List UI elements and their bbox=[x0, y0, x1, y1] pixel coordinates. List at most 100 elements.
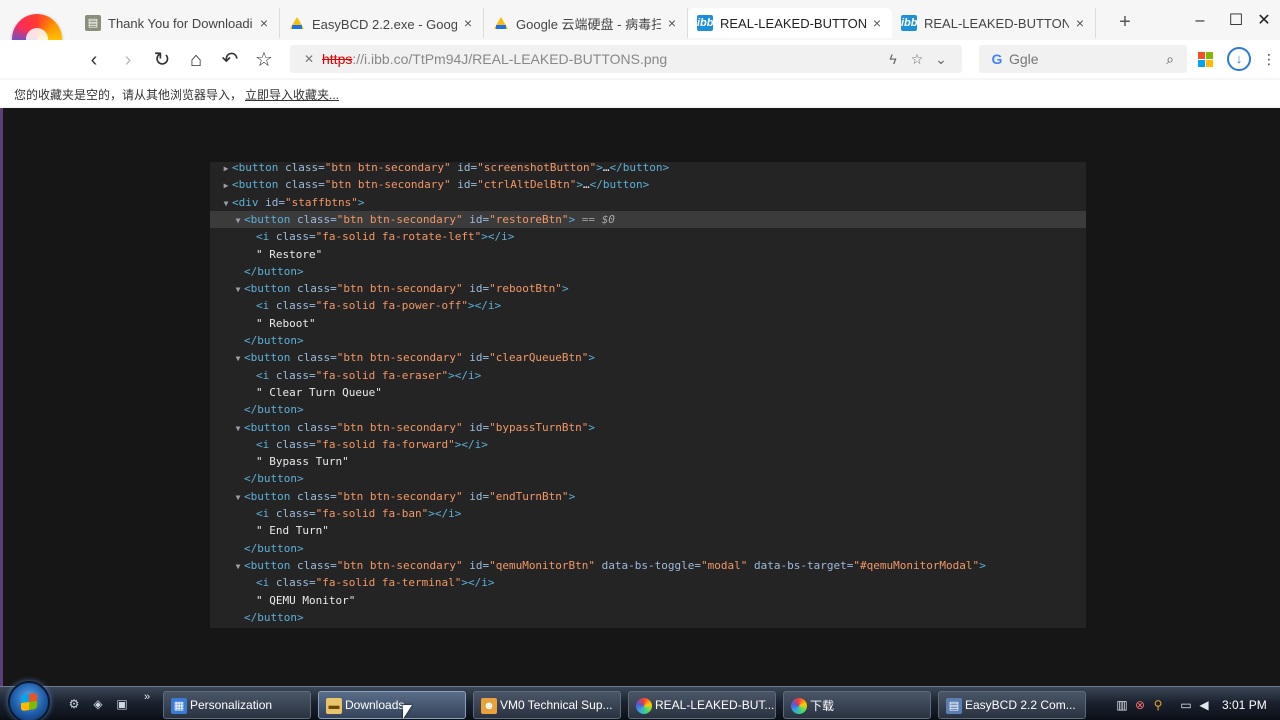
tray-blocked-icon[interactable]: ⊗ bbox=[1132, 697, 1148, 713]
code-line[interactable]: <i class="fa-solid fa-eraser"></i> bbox=[210, 367, 1086, 384]
collapse-triangle-icon[interactable]: ▼ bbox=[232, 420, 244, 437]
tab-google-drive-scan[interactable]: Google 云端硬盘 - 病毒扫描 × bbox=[484, 8, 688, 38]
reload-icon[interactable]: ↻ bbox=[148, 46, 176, 74]
new-tab-button[interactable]: + bbox=[1114, 8, 1136, 38]
apps-icon[interactable] bbox=[1198, 52, 1213, 67]
code-line[interactable]: " QEMU Monitor" bbox=[210, 592, 1086, 609]
code-line[interactable]: ▼ <button class="btn btn-secondary" id="e… bbox=[210, 488, 1086, 505]
task-real-leaked-buttons[interactable]: REAL-LEAKED-BUT... bbox=[628, 691, 776, 719]
close-icon[interactable]: × bbox=[665, 15, 679, 31]
code-line-selected[interactable]: ▼ <button class="btn btn-secondary" id="r… bbox=[210, 211, 1086, 228]
code-token-tag: <button bbox=[232, 162, 285, 174]
collapse-triangle-icon[interactable]: ▼ bbox=[232, 489, 244, 506]
code-token-tag: ></i> bbox=[448, 369, 482, 382]
code-line[interactable]: </button> bbox=[210, 401, 1086, 418]
back-icon[interactable]: ‹ bbox=[80, 46, 108, 74]
chevron-down-icon[interactable]: ⌄ bbox=[932, 50, 950, 68]
code-line[interactable]: <i class="fa-solid fa-power-off"></i> bbox=[210, 297, 1086, 314]
code-token-tag: </button> bbox=[244, 265, 304, 278]
maximize-icon[interactable]: ☐ bbox=[1222, 8, 1250, 34]
code-line[interactable]: " End Turn" bbox=[210, 522, 1086, 539]
minimize-icon[interactable]: – bbox=[1186, 8, 1214, 34]
code-line[interactable]: ▼ <button class="btn btn-secondary" id="r… bbox=[210, 280, 1086, 297]
close-icon[interactable]: × bbox=[257, 15, 271, 31]
window-close-icon[interactable]: ✕ bbox=[1250, 8, 1278, 34]
code-line[interactable]: </button> bbox=[210, 540, 1086, 557]
code-line[interactable]: ▶ <button class="btn btn-secondary" id="s… bbox=[210, 162, 1086, 176]
code-token-attr: class= bbox=[284, 162, 325, 174]
tab-title: EasyBCD 2.2.exe - Google 云 bbox=[312, 16, 457, 32]
expand-triangle-icon[interactable]: ▶ bbox=[220, 162, 232, 177]
search-icon[interactable]: ⌕ bbox=[1161, 50, 1179, 68]
quicklaunch-tools-icon[interactable]: ⚙ bbox=[66, 696, 82, 712]
bookmark-star-icon[interactable]: ☆ bbox=[250, 46, 278, 74]
lightning-icon[interactable]: ϟ bbox=[884, 50, 902, 68]
quicklaunch-more-icon[interactable]: » bbox=[144, 691, 150, 703]
code-line[interactable]: " Restore" bbox=[210, 246, 1086, 263]
quicklaunch-network-icon[interactable]: ◈ bbox=[90, 696, 106, 712]
code-line[interactable]: ▼ <button class="btn btn-secondary" id="b… bbox=[210, 419, 1086, 436]
code-line[interactable]: " Reboot" bbox=[210, 315, 1086, 332]
code-token-attr: class= bbox=[296, 282, 337, 295]
tray-search-icon[interactable]: ⚲ bbox=[1150, 697, 1166, 713]
code-line[interactable]: " Bypass Turn" bbox=[210, 453, 1086, 470]
network-icon[interactable]: ▭ bbox=[1178, 697, 1194, 713]
code-line[interactable]: <i class="fa-solid fa-rotate-left"></i> bbox=[210, 228, 1086, 245]
collapse-triangle-icon[interactable]: ▼ bbox=[232, 212, 244, 229]
code-line[interactable]: ▼ <div id="staffbtns"> bbox=[210, 194, 1086, 211]
code-line[interactable]: </button> bbox=[210, 332, 1086, 349]
menu-icon[interactable]: ⋮ bbox=[1262, 48, 1276, 70]
address-bar[interactable]: ✕ https://i.ibb.co/TtPm94J/REAL-LEAKED-B… bbox=[290, 45, 962, 73]
code-line[interactable]: ▼ <button class="btn btn-secondary" id="q… bbox=[210, 557, 1086, 574]
tab-real-leaked-buttons-active[interactable]: ibb REAL-LEAKED-BUTTONS.pn × bbox=[688, 8, 892, 38]
task-download-cn[interactable]: 下载 bbox=[783, 691, 931, 719]
search-box[interactable]: G ⌕ bbox=[979, 45, 1187, 73]
show-desktop-icon[interactable]: ▣ bbox=[114, 696, 130, 712]
document-icon: ▤ bbox=[85, 15, 101, 31]
code-line[interactable]: </button> bbox=[210, 609, 1086, 626]
home-icon[interactable]: ⌂ bbox=[182, 46, 210, 74]
task-personalization[interactable]: ▦ Personalization bbox=[163, 691, 311, 719]
code-line[interactable]: ▼ <button class="btn btn-secondary" id="c… bbox=[210, 349, 1086, 366]
collapse-triangle-icon[interactable]: ▼ bbox=[232, 281, 244, 298]
tab-easybcd-drive[interactable]: EasyBCD 2.2.exe - Google 云 × bbox=[280, 8, 484, 38]
tab-thank-you[interactable]: ▤ Thank You for Downloading × bbox=[76, 8, 280, 38]
import-bookmarks-link[interactable]: 立即导入收藏夹... bbox=[245, 86, 339, 103]
code-token-val: "restoreBtn" bbox=[489, 213, 569, 226]
task-easybcd-setup[interactable]: ▤ EasyBCD 2.2 Com... bbox=[938, 691, 1086, 719]
undo-close-tab-icon[interactable]: ↶ bbox=[216, 46, 244, 74]
tab-real-leaked-buttons[interactable]: ibb REAL-LEAKED-BUTTONS.pn × bbox=[892, 8, 1096, 38]
code-line[interactable]: <i class="fa-solid fa-forward"></i> bbox=[210, 436, 1086, 453]
code-token-attr: class= bbox=[296, 421, 337, 434]
close-icon[interactable]: × bbox=[1073, 15, 1087, 31]
favorite-star-icon[interactable]: ☆ bbox=[908, 50, 926, 68]
expand-triangle-icon[interactable]: ▶ bbox=[220, 177, 232, 194]
code-line[interactable]: <i class="fa-solid fa-terminal"></i> bbox=[210, 574, 1086, 591]
code-line[interactable]: " Clear Turn Queue" bbox=[210, 384, 1086, 401]
insecure-lock-icon[interactable]: ✕ bbox=[300, 50, 318, 68]
start-button[interactable] bbox=[8, 681, 50, 720]
forward-icon[interactable]: › bbox=[114, 46, 142, 74]
code-token-attr: data-bs-toggle= bbox=[595, 559, 702, 572]
code-line[interactable]: </button> bbox=[210, 470, 1086, 487]
clock[interactable]: 3:01 PM bbox=[1222, 698, 1267, 712]
collapse-triangle-icon[interactable]: ▼ bbox=[232, 350, 244, 367]
task-vm0-technical-support[interactable]: ☻ VM0 Technical Sup... bbox=[473, 691, 621, 719]
code-line[interactable]: </button> bbox=[210, 263, 1086, 280]
close-icon[interactable]: × bbox=[870, 15, 884, 31]
collapse-triangle-icon[interactable]: ▼ bbox=[220, 195, 232, 212]
search-input[interactable] bbox=[1009, 49, 1159, 69]
collapse-triangle-icon[interactable]: ▼ bbox=[232, 558, 244, 575]
close-icon[interactable]: × bbox=[461, 15, 475, 31]
address-url[interactable]: https://i.ibb.co/TtPm94J/REAL-LEAKED-BUT… bbox=[322, 51, 667, 67]
tray-app-icon[interactable]: ▥ bbox=[1114, 697, 1130, 713]
task-downloads[interactable]: ▬ Downloads bbox=[318, 691, 466, 719]
code-line[interactable]: <i class="fa-solid fa-ban"></i> bbox=[210, 505, 1086, 522]
code-token-val: "screenshotButton" bbox=[477, 162, 597, 174]
code-line[interactable]: ▶ <button class="btn btn-secondary" id="c… bbox=[210, 176, 1086, 193]
volume-icon[interactable]: ◀ bbox=[1196, 697, 1212, 713]
code-token-attr: data-bs-target= bbox=[747, 559, 854, 572]
download-icon[interactable]: ↓ bbox=[1227, 47, 1251, 71]
